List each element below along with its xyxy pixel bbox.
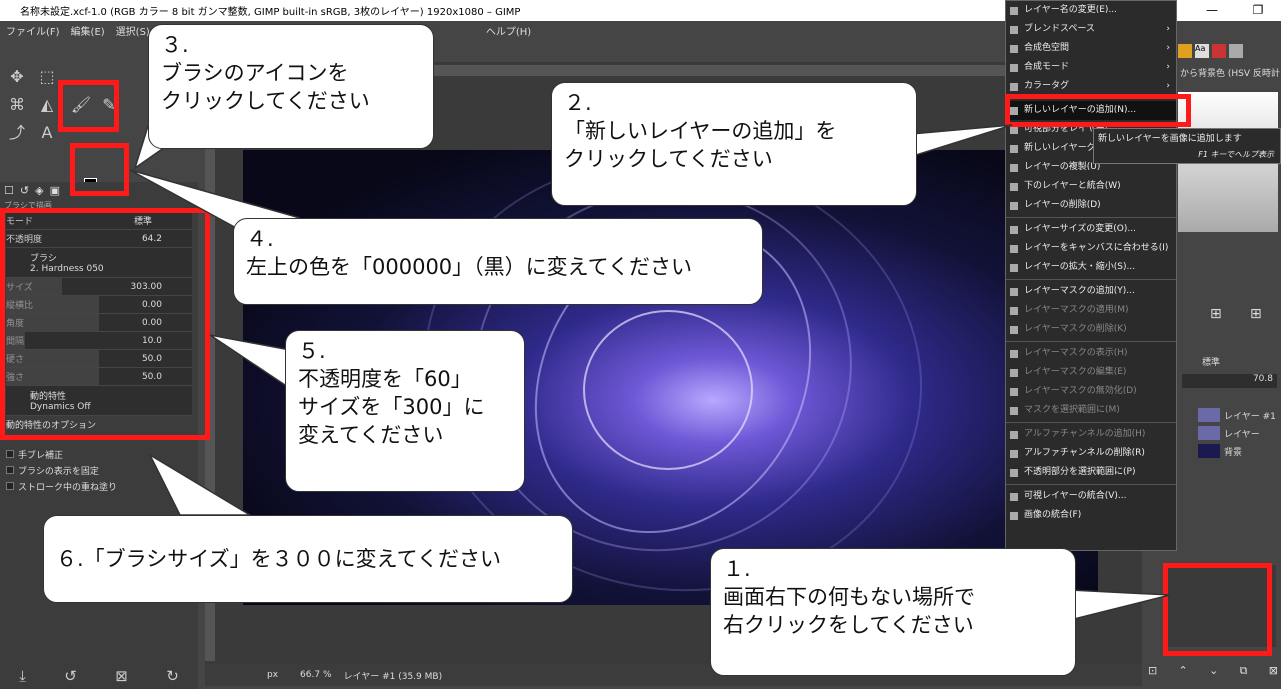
callout-step-6: ６.「ブラシサイズ」を３００に変えてください: [43, 515, 573, 603]
callout-step-4: ４. 左上の色を「000000」（黒）に変えてください: [233, 218, 763, 305]
callout-step-2: ２. 「新しいレイヤーの追加」を クリックしてください: [551, 82, 917, 206]
callout-step-5: ５. 不透明度を「60」 サイズを「300」に 変えてください: [285, 330, 525, 492]
callout-step-3: ３. ブラシのアイコンを クリックしてください: [148, 24, 434, 149]
callout-step-1: １. 画面右下の何もない場所で 右クリックをしてください: [710, 548, 1076, 676]
